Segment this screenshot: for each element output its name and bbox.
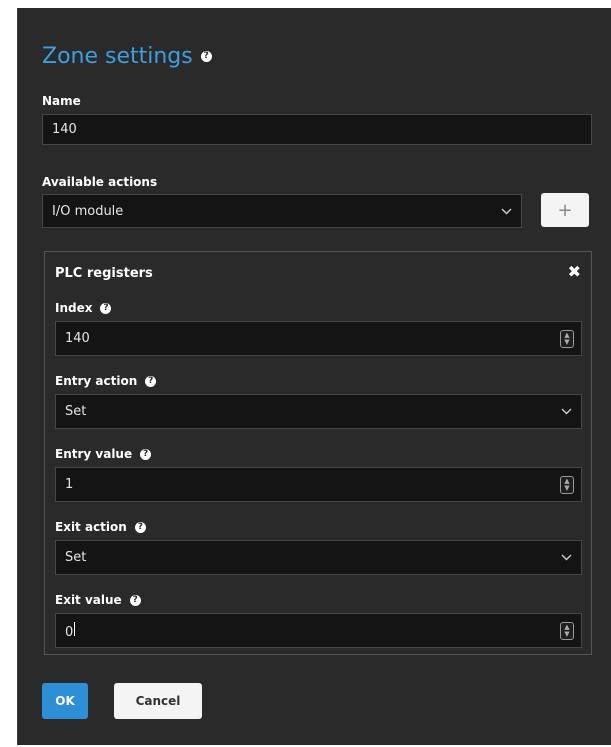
index-input[interactable]: 140 ▲ ▼	[55, 321, 582, 356]
index-label-text: Index	[55, 301, 93, 315]
chevron-down-icon	[551, 554, 581, 561]
available-actions-label: Available actions	[42, 175, 157, 189]
available-actions-label-text: Available actions	[42, 175, 158, 189]
close-icon[interactable]: ✖	[568, 262, 581, 281]
name-label-text: Name	[42, 94, 81, 108]
available-actions-selected: I/O module	[52, 203, 124, 219]
exit-value-label: Exit value ?	[55, 593, 141, 607]
dialog-title-text: Zone settings	[42, 44, 193, 69]
plus-icon: +	[557, 199, 573, 221]
name-input[interactable]: 140	[42, 114, 592, 145]
available-actions-select[interactable]: I/O module	[42, 194, 522, 228]
number-stepper-icon[interactable]: ▲ ▼	[560, 329, 574, 348]
exit-action-selected: Set	[65, 550, 87, 565]
question-circle-icon[interactable]: ?	[140, 448, 152, 460]
question-circle-icon[interactable]: ?	[134, 521, 146, 533]
entry-value-input[interactable]: 1 ▲ ▼	[55, 467, 582, 502]
add-action-button[interactable]: +	[541, 193, 589, 227]
entry-value-input-value: 1	[65, 477, 74, 492]
exit-action-label-text: Exit action	[55, 520, 127, 534]
plc-registers-panel: PLC registers ✖ Index ? 140 ▲ ▼ Entry act…	[44, 251, 592, 655]
panel-title: PLC registers	[55, 266, 153, 281]
number-stepper-icon[interactable]: ▲ ▼	[560, 621, 574, 640]
text-caret	[74, 621, 76, 636]
question-circle-icon[interactable]: ?	[129, 594, 141, 606]
dialog-title: Zone settings ?	[42, 44, 212, 69]
exit-action-select[interactable]: Set	[55, 540, 582, 575]
entry-action-selected: Set	[65, 404, 87, 419]
chevron-down-icon	[491, 208, 521, 215]
entry-action-select[interactable]: Set	[55, 394, 582, 429]
exit-value-label-text: Exit value	[55, 593, 122, 607]
question-circle-icon[interactable]: ?	[145, 375, 157, 387]
question-circle-icon[interactable]: ?	[200, 51, 212, 62]
number-stepper-icon[interactable]: ▲ ▼	[560, 475, 574, 494]
entry-action-label: Entry action ?	[55, 374, 157, 388]
question-circle-icon[interactable]: ?	[100, 302, 112, 314]
name-input-value: 140	[52, 122, 77, 137]
entry-value-label: Entry value ?	[55, 447, 152, 461]
cancel-button[interactable]: Cancel	[114, 683, 202, 719]
index-label: Index ?	[55, 301, 112, 315]
exit-value-input-value: 0	[65, 621, 560, 640]
name-label: Name	[42, 94, 81, 108]
zone-settings-dialog: Zone settings ? Name 140 Available actio…	[17, 8, 611, 745]
entry-value-label-text: Entry value	[55, 447, 133, 461]
chevron-down-icon	[551, 408, 581, 415]
exit-value-input[interactable]: 0 ▲ ▼	[55, 613, 582, 648]
exit-value-text: 0	[65, 624, 74, 640]
entry-action-label-text: Entry action	[55, 374, 138, 388]
exit-action-label: Exit action ?	[55, 520, 146, 534]
ok-button[interactable]: OK	[42, 683, 88, 719]
index-input-value: 140	[65, 331, 90, 346]
